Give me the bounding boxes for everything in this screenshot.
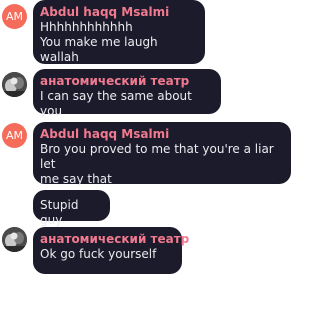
sender-name[interactable]: Abdul haqq Msalmi	[40, 126, 284, 142]
message-bubble[interactable]: Abdul haqq Msalmi Bro you proved to me t…	[33, 122, 291, 186]
message-bubble[interactable]: анатомический театр I can say the same a…	[33, 69, 221, 118]
message-bubble[interactable]: Abdul haqq Msalmi Hhhhhhhhhhhh You make …	[33, 0, 205, 64]
message-text-line: me say that	[40, 172, 112, 186]
message-text-line: I can say the same about you	[40, 89, 192, 118]
avatar[interactable]: AM	[2, 123, 27, 148]
message-text-line: Hhhhhhhhhhhh	[40, 20, 133, 34]
avatar[interactable]	[2, 227, 27, 252]
sender-name[interactable]: анатомический театр	[40, 231, 189, 247]
chat-message-list: AM Abdul haqq Msalmi Hhhhhhhhhhhh You ma…	[0, 0, 291, 320]
user-photo-icon	[2, 72, 27, 97]
user-photo-icon	[2, 227, 27, 252]
message-text-line: Bro you proved to me that you're a liar …	[40, 142, 274, 171]
avatar[interactable]: AM	[2, 4, 27, 29]
message-text-line: You make me laugh wallah	[40, 35, 158, 64]
sender-name[interactable]: Abdul haqq Msalmi	[40, 4, 198, 20]
message-bubble[interactable]: анатомический театр Ok go fuck yourself	[33, 227, 189, 274]
message-text-line: Stupid guy	[40, 198, 79, 227]
avatar[interactable]	[2, 72, 27, 97]
sender-name[interactable]: анатомический театр	[40, 73, 214, 89]
message-bubble[interactable]: Stupid guy	[33, 190, 110, 227]
message-text-line: Ok go fuck yourself	[40, 247, 157, 261]
